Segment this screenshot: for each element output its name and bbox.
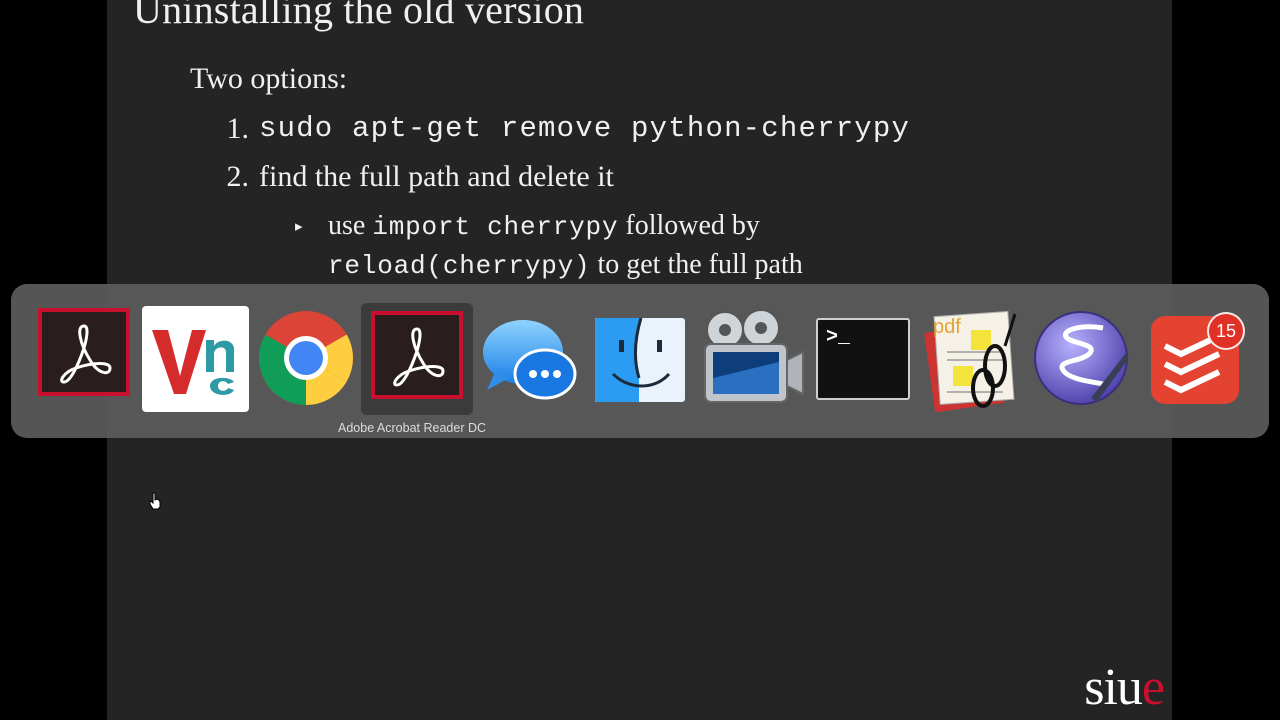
hand-cursor-icon <box>149 492 161 510</box>
slide-intro: Two options: <box>190 62 348 95</box>
triangle-bullet-icon: ▸ <box>295 219 303 235</box>
dock-app-messages[interactable] <box>481 316 577 406</box>
dock-app-vnc-viewer[interactable] <box>142 306 249 412</box>
pdf-label: pdf <box>933 316 961 338</box>
option-1-number: 1. <box>226 112 250 145</box>
chrome-icon <box>259 311 353 405</box>
emacs-icon <box>1034 311 1129 405</box>
dock-app-acrobat[interactable] <box>36 304 136 404</box>
option-2-number: 2. <box>226 160 250 193</box>
preview-pdf-icon: pdf <box>923 306 1023 412</box>
option-2-text: find the full path and delete it <box>259 160 614 193</box>
code-import-cherrypy: import cherrypy <box>372 212 619 242</box>
dock-app-chrome[interactable] <box>256 308 356 408</box>
dock-app-finder[interactable] <box>595 318 685 402</box>
finder-icon <box>595 318 685 402</box>
notification-badge: 15 <box>1207 312 1245 350</box>
dock-app-acrobat-active[interactable] <box>361 303 473 415</box>
dock-app-emacs[interactable] <box>1033 306 1133 410</box>
terminal-icon: >_ <box>816 318 910 400</box>
slide-title: Uninstalling the old version <box>133 0 585 32</box>
code-reload-cherrypy: reload(cherrypy) <box>328 251 591 281</box>
dock: >_ pdf 15 Adobe Acrobat Reader DC <box>11 284 1269 438</box>
sub-text-full-path: to get the full path <box>597 249 803 280</box>
dock-tooltip: Adobe Acrobat Reader DC <box>338 421 487 435</box>
logo-text: siu <box>1084 659 1143 716</box>
messages-icon <box>483 320 577 400</box>
dock-app-photo-booth[interactable] <box>697 308 807 410</box>
vnc-viewer-icon <box>142 306 249 412</box>
adobe-acrobat-icon <box>371 311 463 399</box>
sub-text-use: use <box>328 210 366 241</box>
option-1-command: sudo apt-get remove python-cherrypy <box>259 112 911 145</box>
logo-e: e <box>1141 659 1165 716</box>
sub-bullet-line-2: reload(cherrypy) to get the full path <box>328 249 803 281</box>
dock-app-todoist[interactable]: 15 <box>1151 312 1245 404</box>
sub-bullet-line-1: use import cherrypy followed by <box>328 210 760 242</box>
photo-booth-icon <box>704 309 804 403</box>
dock-app-terminal[interactable]: >_ <box>816 318 910 400</box>
siue-logo: siue <box>1084 658 1165 717</box>
dock-app-preview[interactable]: pdf <box>923 306 1023 412</box>
terminal-prompt: >_ <box>826 326 851 349</box>
adobe-acrobat-icon <box>38 308 130 396</box>
sub-text-followed-by: followed by <box>625 210 760 241</box>
